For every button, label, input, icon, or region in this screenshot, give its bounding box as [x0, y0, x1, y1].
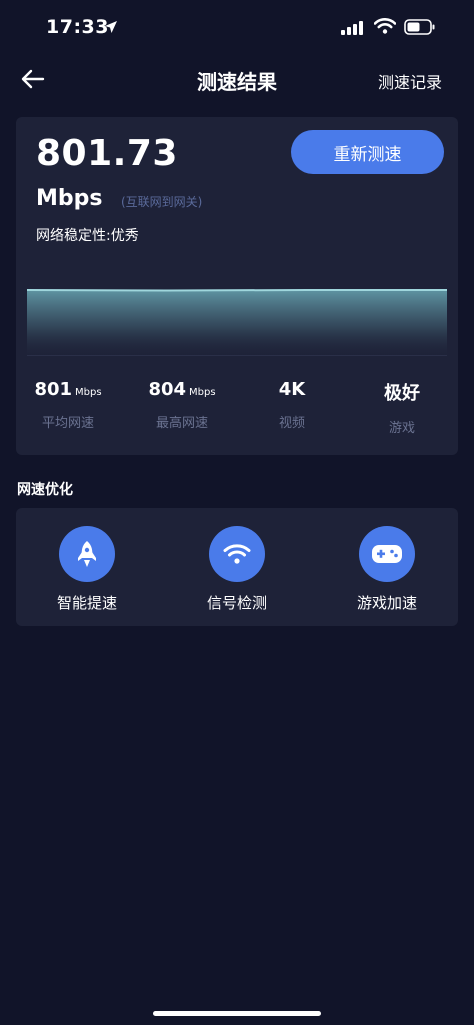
stat-avg-speed: 801 Mbps 平均网速 [16, 379, 123, 431]
smart-boost-label: 智能提速 [56, 594, 117, 612]
stat-video-label: 视频 [278, 416, 305, 431]
stat-gaming: 极好 游戏 [347, 379, 457, 436]
stat-max-value: 804 [148, 379, 187, 400]
network-stability: 网络稳定性:优秀 [36, 228, 139, 244]
speed-graph-area [27, 290, 447, 357]
home-indicator[interactable] [153, 1011, 321, 1016]
stat-avg-unit: Mbps [75, 387, 102, 398]
optimize-section-title: 网速优化 [17, 482, 73, 498]
speed-value: 801.73 [36, 133, 178, 174]
speed-unit: Mbps [36, 186, 103, 211]
speed-note: (互联网到网关) [121, 195, 203, 209]
nav-bar: 测速结果 测速记录 [0, 56, 474, 104]
stat-gaming-value: 极好 [384, 383, 420, 404]
stat-gaming-label: 游戏 [388, 421, 415, 436]
rocket-icon [59, 526, 115, 582]
signal-check-button[interactable]: 信号检测 [172, 526, 302, 613]
stat-max-unit: Mbps [189, 387, 216, 398]
signal-check-label: 信号检测 [206, 594, 267, 612]
stat-avg-value: 801 [34, 379, 73, 400]
location-arrow-icon [104, 19, 118, 38]
stat-video: 4K 视频 [237, 379, 347, 431]
stat-avg-label: 平均网速 [41, 416, 94, 431]
optimize-card: 智能提速 信号检测 游戏加速 [16, 508, 458, 626]
stat-max-label: 最高网速 [155, 416, 208, 431]
stat-video-value: 4K [278, 379, 306, 400]
speed-graph [27, 289, 447, 357]
status-bar: 17:33 [0, 0, 474, 56]
game-boost-button[interactable]: 游戏加速 [322, 526, 452, 613]
wifi-status-icon [373, 18, 397, 38]
divider [27, 355, 447, 356]
battery-icon [404, 19, 436, 39]
status-time: 17:33 [46, 16, 109, 38]
game-boost-label: 游戏加速 [356, 594, 417, 612]
cellular-signal-icon [341, 20, 365, 39]
test-history-link[interactable]: 测速记录 [378, 69, 442, 93]
gamepad-icon [359, 526, 415, 582]
stat-max-speed: 804 Mbps 最高网速 [127, 379, 237, 431]
speed-graph-line [27, 289, 447, 292]
speed-result-card: 801.73 重新测速 Mbps (互联网到网关) 网络稳定性:优秀 801 Mb… [16, 117, 458, 455]
wifi-icon [209, 526, 265, 582]
retest-button[interactable]: 重新测速 [291, 130, 444, 174]
smart-boost-button[interactable]: 智能提速 [22, 526, 152, 613]
